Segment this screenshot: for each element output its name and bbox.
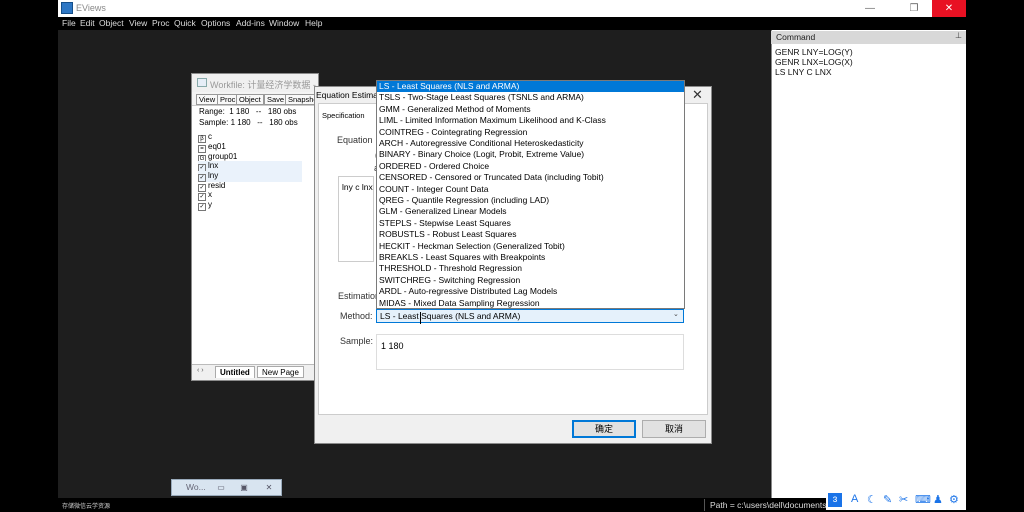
tab-nav-arrows[interactable]: ‹ › [197, 367, 204, 374]
menu-quick[interactable]: Quick [174, 18, 196, 28]
method-option[interactable]: GLM - Generalized Linear Models [377, 206, 684, 217]
method-option[interactable]: ORDERED - Ordered Choice [377, 161, 684, 172]
menu-proc[interactable]: Proc [152, 18, 169, 28]
tab-new-page[interactable]: New Page [257, 366, 304, 378]
dialog-close-icon[interactable]: ✕ [692, 87, 703, 103]
menu-window[interactable]: Window [269, 18, 299, 28]
left-letterbox [0, 0, 58, 512]
close-icon[interactable]: ✕ [259, 481, 279, 494]
menu-edit[interactable]: Edit [80, 18, 95, 28]
sample-label: Sample: [340, 336, 374, 346]
method-option[interactable]: HECKIT - Heckman Selection (Generalized … [377, 241, 684, 252]
workfile-icon [197, 78, 207, 87]
tab-specification[interactable]: Specification [319, 110, 368, 121]
status-path: Path = c:\users\dell\documents [710, 500, 827, 510]
sample-input[interactable]: 1 180 [376, 334, 684, 370]
text-cursor-icon [420, 312, 426, 324]
method-option[interactable]: GMM - Generalized Method of Moments [377, 104, 684, 115]
method-option[interactable]: QREG - Quantile Regression (including LA… [377, 195, 684, 206]
status-divider [704, 499, 705, 511]
method-option[interactable]: LS - Least Squares (NLS and ARMA) [377, 81, 684, 93]
series-icon: ✓ [198, 203, 206, 211]
pin-icon[interactable]: ⊥ [955, 31, 962, 40]
menu-view[interactable]: View [129, 18, 147, 28]
ok-button[interactable]: 确定 [572, 420, 636, 438]
command-line[interactable]: GENR LNY=LOG(Y) [775, 47, 853, 57]
maximize-icon[interactable]: ▣ [234, 481, 254, 494]
command-line[interactable]: GENR LNX=LOG(X) [775, 57, 853, 67]
method-option[interactable]: STEPLS - Stepwise Least Squares [377, 218, 684, 229]
equation-label: Equation [337, 135, 373, 145]
ime-toolbar [826, 490, 966, 510]
eviews-logo-icon [61, 2, 73, 14]
wf-object-button[interactable]: Object [236, 94, 264, 105]
tab-untitled[interactable]: Untitled [215, 366, 255, 378]
command-line[interactable]: LS LNY C LNX [775, 67, 832, 77]
shirt-icon[interactable]: ♟ [933, 493, 943, 506]
method-option[interactable]: COINTREG - Cointegrating Regression [377, 127, 684, 138]
keyboard-icon[interactable]: ⌨ [915, 493, 931, 506]
status-text: 存储微信云学资源 [62, 504, 111, 510]
moon-icon[interactable]: ☾ [867, 493, 877, 506]
method-option[interactable]: CENSORED - Censored or Truncated Data (i… [377, 172, 684, 183]
chevron-down-icon[interactable]: ⌄ [673, 310, 679, 318]
method-option[interactable]: LIML - Limited Information Maximum Likel… [377, 115, 684, 126]
menu-file[interactable]: File [62, 18, 76, 28]
method-option[interactable]: BINARY - Binary Choice (Logit, Probit, E… [377, 149, 684, 160]
restore-icon[interactable]: ▭ [211, 481, 231, 494]
method-option[interactable]: SWITCHREG - Switching Regression [377, 275, 684, 286]
maximize-button[interactable]: ❐ [900, 0, 928, 17]
title-bar [58, 0, 966, 17]
method-option[interactable]: ARDL - Auto-regressive Distributed Lag M… [377, 286, 684, 297]
method-option[interactable]: BREAKLS - Least Squares with Breakpoints [377, 252, 684, 263]
wf-save-button[interactable]: Save [264, 94, 288, 105]
method-option[interactable]: COUNT - Integer Count Data [377, 184, 684, 195]
cancel-button[interactable]: 取消 [642, 420, 706, 438]
pen-icon[interactable]: ✎ [883, 493, 892, 506]
command-header: Command [771, 31, 966, 44]
scissors-icon[interactable]: ✂ [899, 493, 908, 506]
menu-object[interactable]: Object [99, 18, 124, 28]
wf-range[interactable]: Range: 1 180 -- 180 obs [199, 107, 296, 116]
gear-icon[interactable]: ⚙ [949, 493, 959, 506]
wf-sample[interactable]: Sample: 1 180 -- 180 obs [199, 118, 298, 127]
app-title: EViews [76, 3, 106, 13]
method-option[interactable]: ROBUSTLS - Robust Least Squares [377, 229, 684, 240]
close-button[interactable]: ✕ [932, 0, 966, 17]
method-option[interactable]: MIDAS - Mixed Data Sampling Regression [377, 298, 684, 309]
ime-logo-icon[interactable]: ɜ [828, 493, 842, 507]
wf-item-y[interactable]: ✓ y [198, 200, 212, 211]
menu-addins[interactable]: Add-ins [236, 18, 265, 28]
command-panel[interactable] [771, 30, 966, 498]
font-icon[interactable]: A [851, 493, 858, 505]
method-option[interactable]: TSLS - Two-Stage Least Squares (TSNLS an… [377, 92, 684, 103]
equation-spec-input[interactable]: lny c lnx [338, 176, 374, 262]
estimation-settings-label: Estimation settings [338, 291, 376, 301]
method-option[interactable]: ARCH - Autoregressive Conditional Hetero… [377, 138, 684, 149]
right-letterbox [966, 0, 1024, 512]
method-label: Method: [340, 311, 373, 321]
workfile-title: Workfile: 计量经济学数据 - (c:\users\dell\... [210, 80, 318, 90]
menu-options[interactable]: Options [201, 18, 230, 28]
menu-help[interactable]: Help [305, 18, 322, 28]
minimized-title: Wo... [186, 482, 206, 492]
wf-view-button[interactable]: View [196, 94, 219, 105]
method-option[interactable]: THRESHOLD - Threshold Regression [377, 263, 684, 274]
minimize-button[interactable]: — [856, 0, 884, 17]
